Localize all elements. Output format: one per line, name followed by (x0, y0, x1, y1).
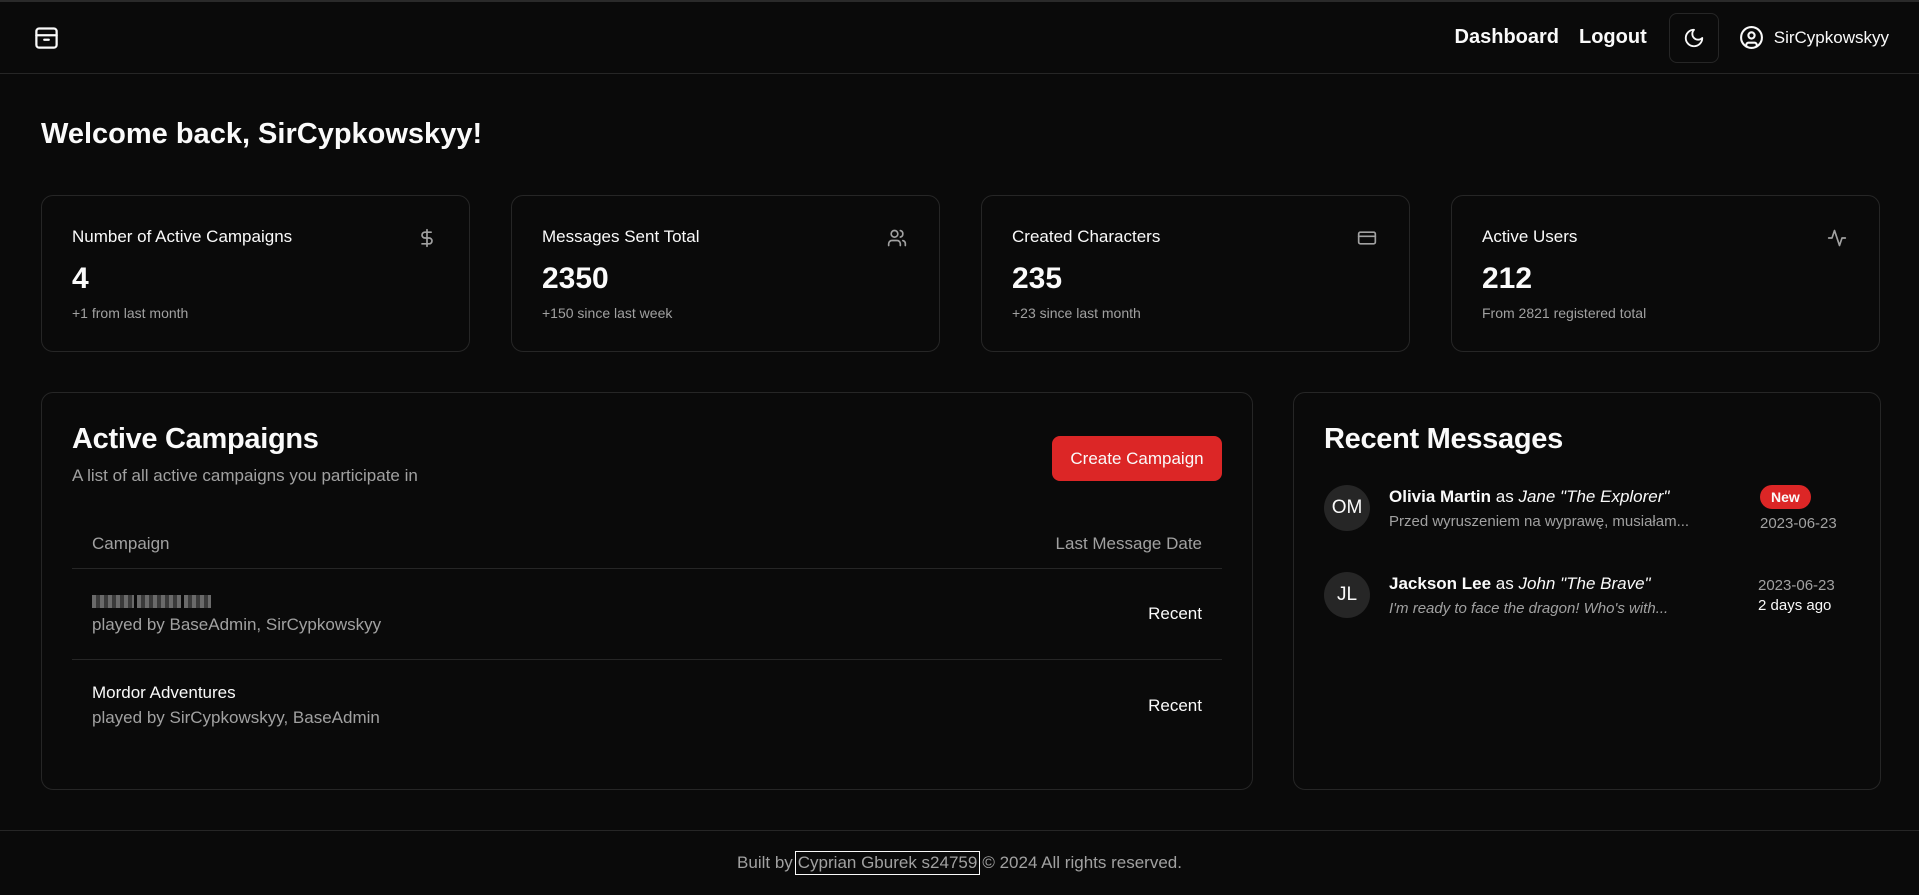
recent-messages-card: Recent Messages OM Olivia Martin as Jane… (1293, 392, 1881, 790)
campaign-players: played by SirCypkowskyy, BaseAdmin (92, 708, 380, 727)
message-preview: Przed wyruszeniem na wyprawę, musiałam..… (1389, 512, 1690, 530)
new-badge: New (1760, 484, 1811, 509)
message-character: Jane "The Explorer" (1518, 486, 1670, 506)
stat-subtext: +150 since last week (542, 305, 673, 321)
avatar: JL (1324, 572, 1370, 618)
footer-author-link[interactable]: Cyprian Gburek s24759 (794, 851, 981, 875)
stat-value: 235 (1012, 262, 1063, 295)
campaigns-description: A list of all active campaigns you parti… (72, 466, 418, 485)
activity-icon (1827, 229, 1847, 247)
table-header: Campaign Last Message Date (72, 519, 1222, 569)
table-row[interactable]: Mordor Adventures played by SirCypkowsky… (72, 660, 1222, 751)
page-title: Welcome back, SirCypkowskyy! (41, 118, 483, 150)
message-author: Jackson Lee (1389, 573, 1492, 593)
message-header: Jackson Lee as John "The Brave" (1389, 574, 1758, 594)
campaigns-title: Active Campaigns (72, 423, 319, 455)
campaigns-table: Campaign Last Message Date played by Bas… (72, 519, 1222, 751)
top-nav: Dashboard Logout SirCypkowskyy (1455, 12, 1889, 63)
stat-card-users: Active Users 212 From 2821 registered to… (1451, 195, 1880, 352)
message-character: John "The Brave" (1518, 573, 1651, 593)
moon-icon (1684, 28, 1703, 47)
theme-toggle-button[interactable] (1668, 12, 1719, 63)
dollar-icon (421, 228, 433, 248)
stat-subtext: +1 from last month (72, 305, 189, 321)
campaign-players: played by BaseAdmin, SirCypkowskyy (92, 614, 382, 634)
message-date: 2023-06-23 (1760, 514, 1837, 532)
message-preview: I'm ready to face the dragon! Who's with… (1389, 599, 1669, 617)
messages-title: Recent Messages (1324, 423, 1563, 455)
stat-subtext: +23 since last month (1012, 305, 1141, 321)
nav-dashboard-link[interactable]: Dashboard (1455, 26, 1559, 49)
message-relative-time: 2 days ago (1758, 596, 1832, 614)
stat-title: Created Characters (1012, 227, 1161, 246)
stat-value: 4 (72, 262, 89, 295)
users-icon (887, 229, 907, 247)
stat-value: 2350 (542, 262, 609, 295)
stat-card-messages: Messages Sent Total 2350 +150 since last… (511, 195, 940, 352)
column-last-message-date: Last Message Date (1055, 533, 1202, 553)
create-campaign-button[interactable]: Create Campaign (1052, 436, 1222, 481)
stat-card-campaigns: Number of Active Campaigns 4 +1 from las… (41, 195, 470, 352)
credit-card-icon (1357, 231, 1377, 245)
message-as: as (1495, 486, 1514, 506)
user-circle-icon (1739, 26, 1763, 49)
stats-row: Number of Active Campaigns 4 +1 from las… (41, 195, 1881, 352)
user-menu[interactable]: SirCypkowskyy (1739, 25, 1889, 50)
footer: Built by Cyprian Gburek s24759 © 2024 Al… (0, 830, 1919, 895)
stat-card-characters: Created Characters 235 +23 since last mo… (981, 195, 1410, 352)
nav-logout-link[interactable]: Logout (1579, 26, 1647, 49)
footer-copyright: © 2024 All rights reserved. (982, 853, 1182, 872)
table-row[interactable]: played by BaseAdmin, SirCypkowskyy Recen… (72, 569, 1222, 660)
campaign-last-date: Recent (1148, 604, 1202, 623)
user-name: SirCypkowskyy (1773, 27, 1889, 47)
stat-title: Active Users (1482, 227, 1578, 246)
active-campaigns-card: Active Campaigns A list of all active ca… (41, 392, 1253, 790)
stat-title: Number of Active Campaigns (72, 227, 293, 246)
header: Dashboard Logout SirCypkowskyy (0, 2, 1919, 74)
message-item[interactable]: JL Jackson Lee as John "The Brave" I'm r… (1324, 570, 1850, 620)
stat-title: Messages Sent Total (542, 227, 700, 246)
stat-value: 212 (1482, 262, 1533, 295)
campaign-last-date: Recent (1148, 695, 1202, 715)
message-header: Olivia Martin as Jane "The Explorer" (1389, 487, 1760, 507)
message-as: as (1495, 573, 1514, 593)
stat-subtext: From 2821 registered total (1482, 305, 1647, 321)
campaign-name: Mordor Adventures (92, 683, 236, 702)
avatar: OM (1324, 485, 1370, 531)
message-item[interactable]: OM Olivia Martin as Jane "The Explorer" … (1324, 483, 1850, 533)
message-date: 2023-06-23 (1758, 576, 1835, 594)
message-author: Olivia Martin (1389, 486, 1492, 506)
footer-prefix: Built by (737, 853, 793, 872)
redacted-campaign-name (92, 594, 381, 610)
column-campaign: Campaign (92, 533, 170, 553)
box-icon[interactable] (32, 24, 60, 52)
